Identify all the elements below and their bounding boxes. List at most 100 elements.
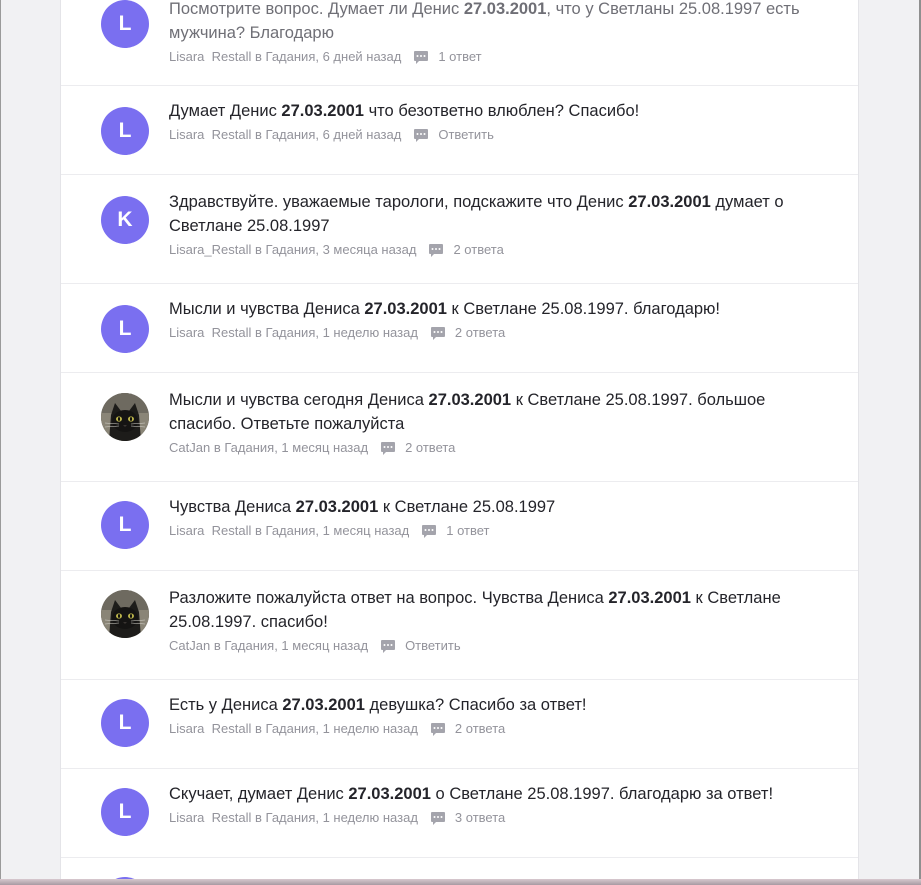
question-title-link[interactable]: Мысли и чувства Дениса 27.03.2001 к Свет… (169, 297, 818, 321)
answers-link[interactable]: 2 ответа (455, 720, 505, 738)
question-meta: CatJan в Гадания, 1 месяц назад Ответить (169, 637, 818, 655)
posted-time: , 6 дней назад (315, 49, 402, 64)
answers-link[interactable]: Ответить (438, 126, 494, 144)
category-link[interactable]: в Гадания (255, 720, 315, 738)
question-title-date: 27.03.2001 (628, 193, 711, 211)
answers-link[interactable]: 2 ответа (455, 324, 505, 342)
category-link[interactable]: в Гадания (255, 241, 315, 259)
question-list-item: L Скучает, думает Денис 27.03.2001 о Свет… (61, 768, 858, 858)
question-content: Скучает, думает Денис 27.03.2001 о Светл… (169, 782, 818, 827)
category-link[interactable]: в Гадания (255, 522, 315, 540)
posted-time: , 1 месяц назад (274, 638, 369, 653)
question-meta: Lisara Restall в Гадания, 6 дней назад 1 … (169, 48, 818, 66)
comment-icon (414, 128, 429, 142)
answers-link[interactable]: Ответить (405, 637, 461, 655)
question-title-text: Мысли и чувства Дениса (169, 300, 365, 318)
posted-time: , 3 месяца назад (315, 242, 417, 257)
avatar[interactable]: L (101, 0, 149, 48)
question-title-link[interactable]: Здравствуйте. уважаемые тарологи, подска… (169, 190, 818, 238)
question-title-text: к Светлане 25.08.1997. благодарю! (446, 300, 721, 318)
avatar[interactable]: K (101, 196, 149, 244)
question-title-link[interactable]: Есть у Дениса 27.03.2001 девушка? Спасиб… (169, 693, 818, 717)
category-link[interactable]: в Гадания (255, 324, 315, 342)
avatar[interactable]: L (101, 107, 149, 155)
posted-time: , 1 месяц назад (274, 440, 369, 455)
answers-link[interactable]: 1 ответ (438, 48, 481, 66)
avatar[interactable]: L (101, 501, 149, 549)
window-frame-left (0, 0, 1, 885)
comment-icon (381, 639, 396, 653)
avatar[interactable] (101, 590, 149, 638)
category-link[interactable]: в Гадания (214, 439, 274, 457)
question-list-item: K Здравствуйте. уважаемые тарологи, подск… (61, 174, 858, 284)
author-link[interactable]: Lisara Restall (169, 522, 251, 540)
question-list-item: Мысли и чувства сегодня Дениса 27.03.200… (61, 372, 858, 482)
author-link[interactable]: CatJan (169, 637, 210, 655)
answers-link[interactable]: 2 ответа (405, 439, 455, 457)
category-link[interactable]: в Гадания (255, 48, 315, 66)
question-title-text: Мысли и чувства сегодня Дениса (169, 391, 429, 409)
question-title-text: Скучает, думает Денис (169, 785, 349, 803)
category-link[interactable]: в Гадания (255, 809, 315, 827)
question-title-text: Здравствуйте. уважаемые тарологи, подска… (169, 193, 629, 211)
author-link[interactable]: Lisara Restall (169, 809, 251, 827)
question-list-item: L Мысли и чувства Дениса 27.03.2001 к Све… (61, 283, 858, 373)
question-title-date: 27.03.2001 (608, 589, 691, 607)
question-title-text: Разложите пожалуйста ответ на вопрос. Чу… (169, 589, 609, 607)
question-content: Есть у Дениса 27.03.2001 девушка? Спасиб… (169, 693, 818, 738)
question-title-text: Чувства Дениса (169, 498, 296, 516)
question-title-date: 27.03.2001 (295, 498, 379, 516)
posted-time: , 1 месяц назад (315, 523, 410, 538)
question-title-link[interactable]: Мысли и чувства сегодня Дениса 27.03.200… (169, 388, 818, 436)
comment-icon (430, 326, 445, 340)
question-title-text: о Светлане 25.08.1997. благодарю за отве… (430, 785, 774, 803)
taskbar-strip (0, 879, 921, 885)
posted-time: , 1 неделю назад (315, 325, 418, 340)
question-content: Разложите пожалуйста ответ на вопрос. Чу… (169, 586, 818, 655)
question-content: Мысли и чувства сегодня Дениса 27.03.200… (169, 388, 818, 457)
question-meta: Lisara Restall в Гадания, 1 месяц назад 1… (169, 522, 818, 540)
posted-time: , 6 дней назад (315, 127, 402, 142)
answers-link[interactable]: 1 ответ (446, 522, 489, 540)
avatar[interactable]: L (101, 699, 149, 747)
question-title-date: 27.03.2001 (364, 300, 447, 318)
question-content: Посмотрите вопрос. Думает ли Денис 27.03… (169, 0, 818, 66)
question-meta: Lisara Restall в Гадания, 1 неделю назад… (169, 720, 818, 738)
author-link[interactable]: Lisara Restall (169, 324, 251, 342)
question-meta: Lisara_Restall в Гадания, 3 месяца назад… (169, 241, 818, 259)
author-link[interactable]: Lisara Restall (169, 48, 251, 66)
question-list-item: L Чувства Дениса 27.03.2001 к Светлане 25… (61, 481, 858, 571)
question-title-date: 27.03.2001 (348, 785, 431, 803)
author-link[interactable]: Lisara Restall (169, 720, 251, 738)
question-list-item: Разложите пожалуйста ответ на вопрос. Чу… (61, 570, 858, 680)
author-link[interactable]: Lisara Restall (169, 126, 251, 144)
question-list-item: L Думает Денис 27.03.2001 что безответно … (61, 85, 858, 175)
avatar[interactable]: L (101, 305, 149, 353)
question-title-link[interactable]: Чувства Дениса 27.03.2001 к Светлане 25.… (169, 495, 818, 519)
category-link[interactable]: в Гадания (255, 126, 315, 144)
cat-photo-icon (101, 590, 149, 638)
question-content: Здравствуйте. уважаемые тарологи, подска… (169, 190, 818, 259)
question-title-link[interactable]: Скучает, думает Денис 27.03.2001 о Светл… (169, 782, 818, 806)
question-content: Думает Денис 27.03.2001 что безответно в… (169, 99, 818, 144)
question-content: Чувства Дениса 27.03.2001 к Светлане 25.… (169, 495, 818, 540)
comment-icon (430, 722, 445, 736)
answers-link[interactable]: 3 ответа (455, 809, 505, 827)
question-list-item: L Посмотрите вопрос. Думает ли Денис 27.0… (61, 0, 858, 86)
question-feed-card: L Посмотрите вопрос. Думает ли Денис 27.0… (60, 0, 859, 885)
author-link[interactable]: CatJan (169, 439, 210, 457)
author-link[interactable]: Lisara_Restall (169, 241, 251, 259)
answers-link[interactable]: 2 ответа (453, 241, 503, 259)
question-title-text: что безответно влюблен? Спасибо! (364, 102, 640, 120)
question-title-link[interactable]: Разложите пожалуйста ответ на вопрос. Чу… (169, 586, 818, 634)
question-title-link[interactable]: Посмотрите вопрос. Думает ли Денис 27.03… (169, 0, 818, 45)
avatar[interactable]: L (101, 788, 149, 836)
question-meta: CatJan в Гадания, 1 месяц назад 2 ответа (169, 439, 818, 457)
question-meta: Lisara Restall в Гадания, 1 неделю назад… (169, 809, 818, 827)
question-list-item: L Есть у Дениса 27.03.2001 девушка? Спаси… (61, 679, 858, 769)
posted-time: , 1 неделю назад (315, 810, 418, 825)
category-link[interactable]: в Гадания (214, 637, 274, 655)
question-title-link[interactable]: Думает Денис 27.03.2001 что безответно в… (169, 99, 818, 123)
avatar[interactable] (101, 393, 149, 441)
cat-photo-icon (101, 393, 149, 441)
